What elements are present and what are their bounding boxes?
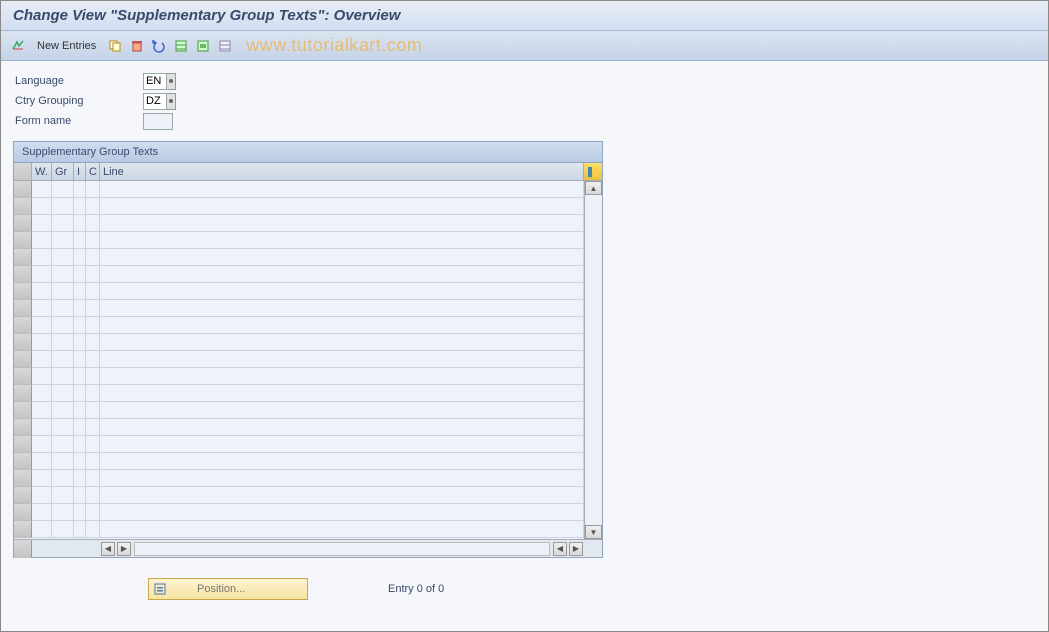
position-label: Position... [197,583,245,595]
table-row[interactable] [14,300,584,317]
page-title: Change View "Supplementary Group Texts":… [1,1,1048,31]
col-i[interactable]: I [74,163,86,180]
sap-window: Change View "Supplementary Group Texts":… [0,0,1049,632]
grid-header: W. Gr I C Line [14,163,602,181]
col-gr[interactable]: Gr [52,163,74,180]
footer: Position... Entry 0 of 0 [13,578,1036,600]
formname-label: Form name [13,115,143,127]
table-row[interactable] [14,215,584,232]
table-row[interactable] [14,198,584,215]
col-c[interactable]: C [86,163,100,180]
table-row[interactable] [14,487,584,504]
scroll-right2-icon[interactable]: ▶ [569,542,583,556]
table-row[interactable] [14,470,584,487]
watermark-text: www.tutorialkart.com [246,35,422,56]
col-line[interactable]: Line [100,163,584,180]
entry-count: Entry 0 of 0 [388,583,444,595]
table-row[interactable] [14,266,584,283]
scroll-left2-icon[interactable]: ◀ [553,542,567,556]
toggle-icon[interactable] [9,37,27,55]
search-help-icon[interactable] [167,73,176,90]
deselect-all-icon[interactable] [216,37,234,55]
new-entries-button[interactable]: New Entries [31,38,102,54]
select-block-icon[interactable] [194,37,212,55]
table-row[interactable] [14,436,584,453]
table-row[interactable] [14,317,584,334]
horizontal-scrollbar[interactable]: ◀ ▶ ◀ ▶ [14,539,602,557]
table-row[interactable] [14,368,584,385]
col-w[interactable]: W. [32,163,52,180]
table-row[interactable] [14,232,584,249]
ctry-label: Ctry Grouping [13,95,143,107]
scroll-down-icon[interactable]: ▼ [585,525,602,539]
formname-field[interactable] [143,113,173,130]
undo-icon[interactable] [150,37,168,55]
table-row[interactable] [14,181,584,198]
hscroll-track[interactable] [134,542,550,556]
form-area: Language Ctry Grouping Form name [13,71,1036,131]
scroll-up-icon[interactable]: ▲ [585,181,602,195]
copy-icon[interactable] [106,37,124,55]
vertical-scrollbar[interactable]: ▲ ▼ [584,181,602,539]
position-icon [153,582,167,596]
grid-rows [14,181,584,539]
table-row[interactable] [14,334,584,351]
col-select[interactable] [14,163,32,180]
scroll-left-icon[interactable]: ◀ [101,542,115,556]
language-field[interactable] [143,73,167,90]
ctry-field[interactable] [143,93,167,110]
content-area: Language Ctry Grouping Form name Supplem… [1,61,1048,631]
scroll-track[interactable] [585,195,602,525]
table-row[interactable] [14,249,584,266]
grid-title: Supplementary Group Texts [14,142,602,163]
table-row[interactable] [14,419,584,436]
grid-body: ▲ ▼ [14,181,602,539]
table-row[interactable] [14,351,584,368]
search-help-icon[interactable] [167,93,176,110]
grid-panel: Supplementary Group Texts W. Gr I C Line… [13,141,603,558]
table-row[interactable] [14,385,584,402]
column-config-icon[interactable] [584,163,602,180]
scroll-right-icon[interactable]: ▶ [117,542,131,556]
table-row[interactable] [14,283,584,300]
select-all-icon[interactable] [172,37,190,55]
language-label: Language [13,75,143,87]
table-row[interactable] [14,402,584,419]
delete-icon[interactable] [128,37,146,55]
table-row[interactable] [14,521,584,538]
table-row[interactable] [14,453,584,470]
table-row[interactable] [14,504,584,521]
toolbar: New Entries www.tutorialkart.com [1,31,1048,61]
position-button[interactable]: Position... [148,578,308,600]
